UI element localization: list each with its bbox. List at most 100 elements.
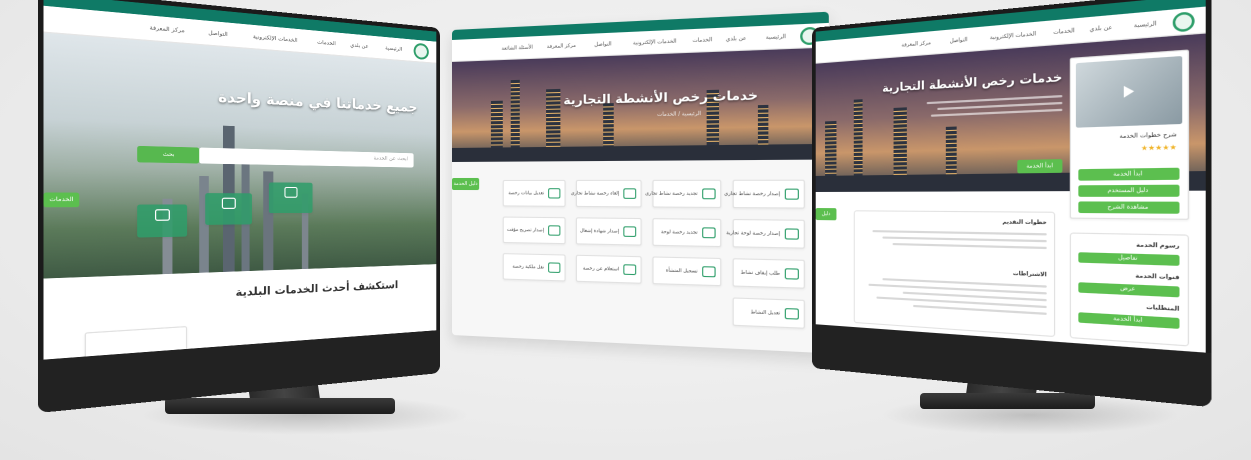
middle-service-icon bbox=[623, 264, 637, 276]
right-sidebar-title-3: المتطلبات bbox=[1146, 304, 1180, 314]
middle-service-label: إصدار رخصة لوحة تجارية bbox=[726, 230, 781, 238]
right-video-thumbnail[interactable] bbox=[1075, 55, 1183, 128]
middle-service-label: تعديل بيانات رخصة bbox=[508, 191, 545, 197]
middle-service-icon bbox=[702, 266, 716, 278]
right-cta-button[interactable]: ابدأ الخدمة bbox=[1017, 159, 1063, 174]
middle-nav-contact[interactable]: التواصل bbox=[594, 41, 611, 48]
middle-nav-faq[interactable]: الأسئلة الشائعة bbox=[502, 45, 533, 52]
middle-screen: الرئيسية عن بلدي الخدمات الخدمات الإلكتر… bbox=[452, 11, 829, 354]
left-nav-services[interactable]: الخدمات bbox=[317, 39, 336, 47]
left-nav-knowledge[interactable]: مركز المعرفة bbox=[150, 25, 185, 35]
right-side-tag[interactable]: دليل bbox=[815, 208, 837, 221]
right-video-title: شرح خطوات الخدمة bbox=[1119, 131, 1177, 141]
middle-service-card[interactable]: استعلام عن رخصة bbox=[575, 254, 642, 284]
left-quick-tag[interactable]: الخدمات bbox=[43, 192, 80, 208]
right-panel-line bbox=[892, 242, 1047, 250]
right-video-card[interactable]: شرح خطوات الخدمة ★★★★★ ابدأ الخدمة دليل … bbox=[1069, 49, 1190, 220]
middle-service-icon bbox=[784, 188, 799, 200]
right-sidebar-button-1[interactable]: تفاصيل bbox=[1078, 252, 1180, 266]
right-sidebar-button-3[interactable]: ابدأ الخدمة bbox=[1078, 312, 1180, 329]
right-sidebar-button-2[interactable]: عرض bbox=[1078, 282, 1180, 298]
left-quick-card-1[interactable] bbox=[137, 204, 188, 238]
right-content-panel: خطوات التقديم الاشتراطات bbox=[853, 210, 1056, 338]
left-search-placeholder: ابحث عن الخدمة bbox=[373, 155, 408, 163]
middle-nav-home[interactable]: الرئيسية bbox=[766, 34, 786, 41]
left-section-title: استكشف أحدث الخدمات البلدية bbox=[235, 279, 399, 300]
middle-service-icon bbox=[784, 268, 799, 280]
middle-service-label: تسجيل المنشأة bbox=[665, 268, 698, 275]
left-hero: جميع خدماتنا في منصة واحدة ابحث عن الخدم… bbox=[43, 32, 437, 279]
middle-hero: خدمات رخص الأنشطة التجارية الرئيسية / ال… bbox=[452, 47, 829, 162]
middle-service-card[interactable]: تجديد رخصة لوحة bbox=[652, 218, 722, 248]
right-panel-line bbox=[872, 230, 1047, 236]
left-hero-title: جميع خدماتنا في منصة واحدة bbox=[218, 89, 418, 116]
middle-service-label: تعديل النشاط bbox=[750, 310, 781, 317]
middle-service-icon bbox=[623, 188, 637, 199]
left-quick-card-2[interactable] bbox=[205, 193, 252, 225]
middle-nav-services[interactable]: الخدمات bbox=[692, 37, 712, 44]
middle-service-label: نقل ملكية رخصة bbox=[512, 264, 545, 271]
left-screen: الرئيسية عن بلدي الخدمات الخدمات الإلكتر… bbox=[43, 0, 437, 360]
left-logo-icon[interactable] bbox=[413, 42, 429, 61]
right-screen: الرئيسية عن بلدي الخدمات الخدمات الإلكتر… bbox=[815, 0, 1206, 353]
left-quick-card-3-icon bbox=[284, 186, 298, 198]
middle-nav-eservices[interactable]: الخدمات الإلكترونية bbox=[633, 38, 677, 46]
middle-service-icon bbox=[548, 188, 561, 199]
left-nav-home[interactable]: الرئيسية bbox=[385, 45, 402, 53]
right-nav-knowledge[interactable]: مركز المعرفة bbox=[901, 40, 930, 49]
middle-service-card[interactable]: إصدار شهادة إشغال bbox=[575, 217, 642, 246]
right-nav-eservices[interactable]: الخدمات الإلكترونية bbox=[990, 31, 1036, 42]
middle-service-card[interactable]: تعديل النشاط bbox=[732, 297, 805, 329]
middle-service-card[interactable]: إصدار تصريح مؤقت bbox=[502, 216, 566, 245]
right-hero-title: خدمات رخص الأنشطة التجارية bbox=[882, 69, 1063, 95]
right-rating-stars: ★★★★★ bbox=[1140, 143, 1177, 153]
left-quick-card-3[interactable] bbox=[268, 182, 313, 214]
right-card-button-2[interactable]: دليل المستخدم bbox=[1078, 184, 1180, 197]
middle-service-icon bbox=[784, 228, 799, 240]
right-hero-desc-line bbox=[930, 108, 1063, 117]
middle-service-icon bbox=[702, 227, 716, 239]
middle-nav-knowledge[interactable]: مركز المعرفة bbox=[547, 43, 576, 50]
middle-service-label: إلغاء رخصة نشاط تجاري bbox=[570, 191, 620, 197]
right-nav-home[interactable]: الرئيسية bbox=[1134, 21, 1157, 30]
middle-side-tag[interactable]: دليل الخدمة bbox=[452, 177, 480, 191]
left-nav-about[interactable]: عن بلدي bbox=[350, 42, 368, 50]
middle-hero-subtitle: الرئيسية / الخدمات bbox=[657, 110, 702, 119]
right-nav-contact[interactable]: التواصل bbox=[950, 37, 968, 45]
middle-service-card[interactable]: إصدار رخصة نشاط تجاري bbox=[724, 179, 805, 209]
middle-service-card[interactable]: تجديد رخصة نشاط تجاري bbox=[645, 179, 722, 209]
left-nav-eservices[interactable]: الخدمات الإلكترونية bbox=[253, 34, 298, 44]
middle-service-card[interactable]: إلغاء رخصة نشاط تجاري bbox=[571, 179, 642, 208]
middle-service-label: تجديد رخصة لوحة bbox=[660, 229, 698, 236]
right-card-button-1[interactable]: ابدأ الخدمة bbox=[1078, 167, 1180, 181]
play-icon[interactable] bbox=[1123, 85, 1135, 98]
right-card-button-3[interactable]: مشاهدة الشرح bbox=[1078, 201, 1180, 214]
middle-nav-about[interactable]: عن بلدي bbox=[726, 35, 747, 42]
middle-service-card[interactable]: تسجيل المنشأة bbox=[652, 256, 722, 287]
left-monitor: الرئيسية عن بلدي الخدمات الخدمات الإلكتر… bbox=[37, 0, 441, 414]
middle-service-icon bbox=[623, 226, 637, 238]
right-monitor-base bbox=[920, 393, 1095, 409]
right-sidebar-title-1: رسوم الخدمة bbox=[1136, 241, 1180, 251]
middle-hero-title: خدمات رخص الأنشطة التجارية bbox=[563, 87, 758, 108]
left-quick-card-2-icon bbox=[221, 197, 236, 209]
right-nav-services[interactable]: الخدمات bbox=[1053, 28, 1075, 37]
mockup-stage: الرئيسية عن بلدي الخدمات الخدمات الإلكتر… bbox=[0, 0, 1251, 460]
middle-service-card[interactable]: نقل ملكية رخصة bbox=[502, 253, 566, 282]
middle-service-card[interactable]: طلب إيقاف نشاط bbox=[732, 258, 805, 289]
left-quick-card-1-icon bbox=[154, 209, 170, 221]
middle-service-label: إصدار رخصة نشاط تجاري bbox=[724, 191, 781, 198]
middle-screen-frame: الرئيسية عن بلدي الخدمات الخدمات الإلكتر… bbox=[452, 11, 829, 354]
middle-service-icon bbox=[548, 262, 561, 274]
middle-service-card[interactable]: إصدار رخصة لوحة تجارية bbox=[726, 218, 805, 249]
middle-service-card[interactable]: تعديل بيانات رخصة bbox=[502, 179, 566, 207]
middle-service-label: إصدار شهادة إشغال bbox=[579, 228, 620, 235]
right-panel-title-1: خطوات التقديم bbox=[1002, 219, 1047, 227]
right-panel-line bbox=[882, 236, 1047, 243]
left-search-button[interactable]: بحث bbox=[137, 145, 200, 164]
right-nav-about[interactable]: عن بلدي bbox=[1090, 24, 1113, 33]
left-nav-contact[interactable]: التواصل bbox=[208, 30, 227, 38]
right-logo-icon[interactable] bbox=[1172, 11, 1195, 33]
middle-service-icon bbox=[702, 188, 716, 200]
left-monitor-base bbox=[165, 398, 395, 414]
